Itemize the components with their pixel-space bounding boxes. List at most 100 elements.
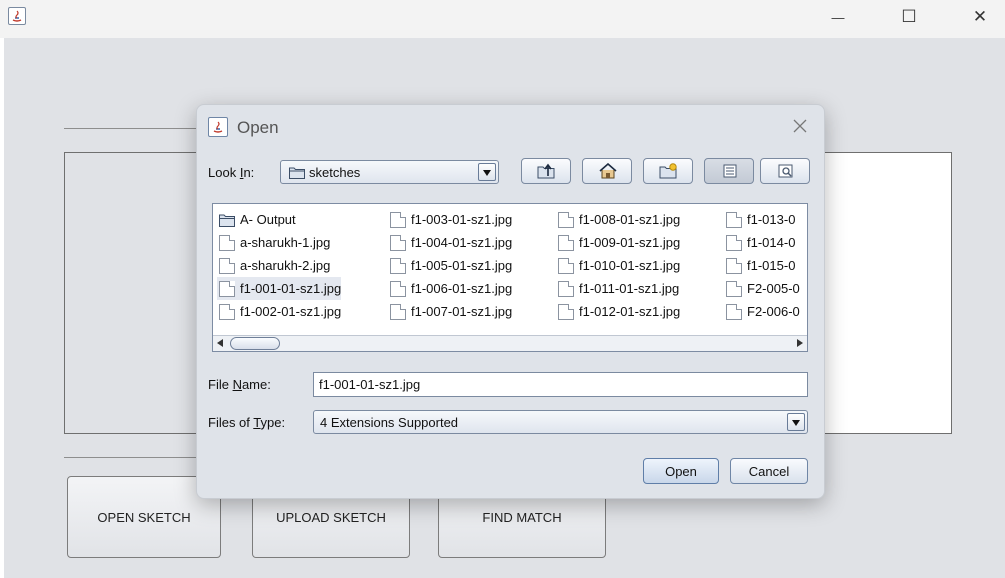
file-name-label-part: File bbox=[208, 377, 233, 392]
open-sketch-label: OPEN SKETCH bbox=[97, 509, 191, 525]
list-item-label: f1-010-01-sz1.jpg bbox=[579, 258, 681, 273]
file-list[interactable]: A- Output a-sharukh-1.jpg a-sharukh-2.jp… bbox=[212, 203, 808, 352]
details-view-button[interactable] bbox=[760, 158, 810, 184]
new-folder-button[interactable] bbox=[643, 158, 693, 184]
list-item-label: f1-012-01-sz1.jpg bbox=[579, 304, 681, 319]
list-item[interactable]: f1-008-01-sz1.jpg bbox=[556, 208, 680, 231]
file-name-input[interactable]: f1-001-01-sz1.jpg bbox=[313, 372, 808, 397]
file-icon bbox=[558, 211, 574, 228]
file-icon bbox=[726, 211, 742, 228]
file-icon bbox=[390, 257, 406, 274]
list-item-label: a-sharukh-2.jpg bbox=[240, 258, 331, 273]
horizontal-scrollbar[interactable] bbox=[213, 335, 807, 351]
list-item[interactable]: a-sharukh-1.jpg bbox=[217, 231, 341, 254]
chevron-down-icon[interactable] bbox=[787, 413, 805, 431]
list-item-label: f1-007-01-sz1.jpg bbox=[411, 304, 513, 319]
file-name-label-part: ame: bbox=[241, 377, 271, 392]
close-window-button[interactable]: ✕ bbox=[957, 0, 1003, 34]
list-item-label: A- Output bbox=[240, 212, 296, 227]
scroll-left-icon[interactable] bbox=[217, 339, 223, 347]
list-item-selected[interactable]: f1-001-01-sz1.jpg bbox=[217, 277, 342, 300]
up-one-level-button[interactable] bbox=[521, 158, 571, 184]
list-item[interactable]: f1-014-0 bbox=[724, 231, 800, 254]
sketch-image-panel bbox=[64, 152, 204, 434]
cancel-button-label: Cancel bbox=[748, 463, 790, 479]
list-item[interactable]: f1-010-01-sz1.jpg bbox=[556, 254, 680, 277]
list-item[interactable]: f1-011-01-sz1.jpg bbox=[556, 277, 680, 300]
file-icon bbox=[726, 234, 742, 251]
dialog-title: Open bbox=[237, 118, 279, 137]
files-of-type-value: 4 Extensions Supported bbox=[320, 415, 459, 430]
file-icon bbox=[219, 234, 235, 251]
top-separator bbox=[64, 128, 204, 129]
upload-sketch-label: UPLOAD SKETCH bbox=[276, 509, 386, 525]
scroll-right-icon[interactable] bbox=[797, 339, 803, 347]
scrollbar-thumb[interactable] bbox=[230, 337, 280, 350]
find-match-label: FIND MATCH bbox=[482, 509, 562, 525]
home-button[interactable] bbox=[582, 158, 632, 184]
window-titlebar: — ☐ ✕ bbox=[0, 0, 1005, 38]
file-icon bbox=[219, 303, 235, 320]
dialog-close-button[interactable] bbox=[791, 117, 809, 135]
list-item[interactable]: a-sharukh-2.jpg bbox=[217, 254, 341, 277]
file-list-column-4: f1-013-0 f1-014-0 f1-015-0 F2-005-0 F2-0… bbox=[724, 208, 800, 323]
list-item-label: f1-011-01-sz1.jpg bbox=[579, 281, 680, 296]
list-item-label: f1-006-01-sz1.jpg bbox=[411, 281, 513, 296]
files-of-type-label-part: ype: bbox=[260, 415, 286, 430]
list-item[interactable]: f1-013-0 bbox=[724, 208, 800, 231]
file-icon bbox=[390, 280, 406, 297]
list-item[interactable]: f1-003-01-sz1.jpg bbox=[388, 208, 512, 231]
file-icon bbox=[558, 280, 574, 297]
list-item[interactable]: f1-005-01-sz1.jpg bbox=[388, 254, 512, 277]
up-one-level-icon bbox=[537, 163, 555, 179]
java-dialog-icon bbox=[208, 117, 228, 137]
look-in-mnemonic: I bbox=[239, 165, 244, 180]
list-item[interactable]: f1-012-01-sz1.jpg bbox=[556, 300, 680, 323]
open-button-label: Open bbox=[665, 463, 697, 479]
list-item-label: f1-015-0 bbox=[747, 258, 796, 273]
list-item[interactable]: F2-006-0 bbox=[724, 300, 800, 323]
list-item[interactable]: f1-015-0 bbox=[724, 254, 800, 277]
maximize-button[interactable]: ☐ bbox=[886, 0, 932, 34]
file-name-mnemonic: N bbox=[232, 377, 242, 392]
list-item[interactable]: f1-006-01-sz1.jpg bbox=[388, 277, 512, 300]
home-icon bbox=[599, 163, 617, 179]
files-of-type-combobox[interactable]: 4 Extensions Supported bbox=[313, 410, 808, 434]
file-name-label: File Name: bbox=[208, 377, 271, 392]
list-item-label: f1-014-0 bbox=[747, 235, 796, 250]
file-icon bbox=[726, 303, 742, 320]
close-icon: ✕ bbox=[972, 7, 988, 26]
list-item-label: F2-006-0 bbox=[747, 304, 800, 319]
chevron-down-icon[interactable] bbox=[478, 163, 496, 181]
close-icon bbox=[793, 119, 807, 133]
file-icon bbox=[726, 257, 742, 274]
look-in-label: Look In: bbox=[208, 165, 255, 180]
file-icon bbox=[726, 280, 742, 297]
match-image-panel bbox=[818, 152, 952, 434]
list-item-label: F2-005-0 bbox=[747, 281, 800, 296]
list-item[interactable]: f1-007-01-sz1.jpg bbox=[388, 300, 512, 323]
list-item-label: f1-008-01-sz1.jpg bbox=[579, 212, 681, 227]
files-of-type-mnemonic: T bbox=[253, 415, 261, 430]
list-item-label: f1-002-01-sz1.jpg bbox=[240, 304, 342, 319]
list-item[interactable]: f1-004-01-sz1.jpg bbox=[388, 231, 512, 254]
list-view-button[interactable] bbox=[704, 158, 754, 184]
list-item[interactable]: f1-002-01-sz1.jpg bbox=[217, 300, 341, 323]
list-item-label: f1-013-0 bbox=[747, 212, 796, 227]
file-icon bbox=[219, 257, 235, 274]
look-in-combobox[interactable]: sketches bbox=[280, 160, 499, 184]
list-item[interactable]: f1-009-01-sz1.jpg bbox=[556, 231, 680, 254]
list-view-icon bbox=[723, 164, 737, 178]
file-icon bbox=[390, 303, 406, 320]
file-icon bbox=[390, 234, 406, 251]
minimize-button[interactable]: — bbox=[815, 0, 861, 34]
list-item-label: f1-009-01-sz1.jpg bbox=[579, 235, 681, 250]
list-item[interactable]: F2-005-0 bbox=[724, 277, 800, 300]
list-item-label: f1-005-01-sz1.jpg bbox=[411, 258, 513, 273]
cancel-button[interactable]: Cancel bbox=[730, 458, 808, 484]
file-icon bbox=[558, 303, 574, 320]
file-icon bbox=[390, 211, 406, 228]
open-button[interactable]: Open bbox=[643, 458, 719, 484]
list-item[interactable]: A- Output bbox=[217, 208, 341, 231]
file-list-column-2: f1-003-01-sz1.jpg f1-004-01-sz1.jpg f1-0… bbox=[388, 208, 512, 323]
